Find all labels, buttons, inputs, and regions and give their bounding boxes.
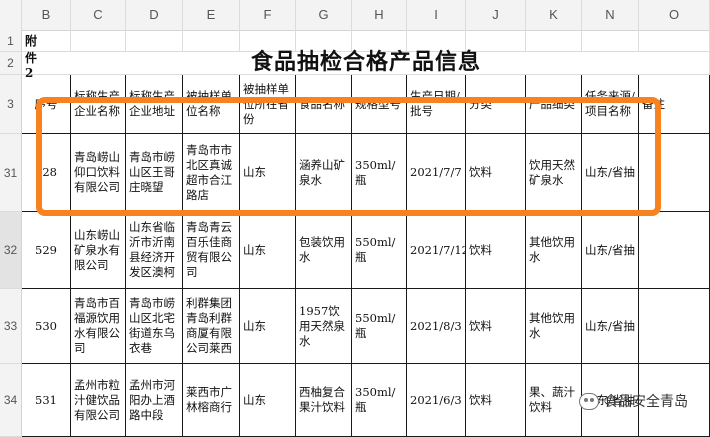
data-cell[interactable]: 饮料: [466, 289, 526, 364]
data-cell[interactable]: 2021/8/3: [407, 289, 466, 364]
column-header-bar: BCDEFGHIJKNO: [0, 0, 710, 31]
data-cell[interactable]: 其他饮用水: [526, 212, 582, 289]
data-cell[interactable]: 青岛市百福源饮用水有限公司: [71, 289, 126, 364]
data-cell[interactable]: 山东: [240, 289, 296, 364]
data-cell[interactable]: 青岛市市北区真诚超市合江路店: [183, 134, 240, 212]
data-cell[interactable]: 350ml/瓶: [352, 364, 407, 437]
row-header-33[interactable]: 33: [0, 289, 22, 364]
data-cell[interactable]: 包装饮用水: [296, 212, 352, 289]
data-cell[interactable]: 涵养山矿泉水: [296, 134, 352, 212]
data-cell[interactable]: 山东崂山矿泉水有限公司: [71, 212, 126, 289]
data-cell[interactable]: 529: [22, 212, 71, 289]
data-cell[interactable]: 山东: [240, 212, 296, 289]
header-cell[interactable]: 食品名称: [296, 75, 352, 134]
row-header-3[interactable]: 3: [0, 75, 22, 134]
wechat-icon: [579, 392, 599, 410]
data-cell[interactable]: 530: [22, 289, 71, 364]
data-cell[interactable]: 550ml/瓶: [352, 212, 407, 289]
data-cell[interactable]: 饮用天然矿泉水: [526, 134, 582, 212]
data-cell[interactable]: 528: [22, 134, 71, 212]
data-cell[interactable]: 山东/省抽: [582, 134, 639, 212]
data-cell[interactable]: 孟州市河阳办上酒路中段: [126, 364, 183, 437]
column-header-o[interactable]: O: [639, 0, 710, 30]
data-cell[interactable]: 青岛市崂山区北宅街道东乌衣巷: [126, 289, 183, 364]
data-cell[interactable]: 饮料: [466, 364, 526, 437]
data-cell[interactable]: 山东/省抽: [582, 212, 639, 289]
row-header-31[interactable]: 31: [0, 134, 22, 212]
data-cell[interactable]: [639, 134, 710, 212]
row-header-34[interactable]: 34: [0, 364, 22, 437]
header-cell[interactable]: 被抽样单位所在省份: [240, 75, 296, 134]
header-cell[interactable]: 序号: [22, 75, 71, 134]
data-cell[interactable]: 青岛青云百乐佳商贸有限公司: [183, 212, 240, 289]
data-cell[interactable]: 山东/省抽: [582, 289, 639, 364]
header-cell[interactable]: 规格型号: [352, 75, 407, 134]
sheet-title: 食品抽检合格产品信息: [250, 49, 481, 75]
header-cell[interactable]: 标称生产企业地址: [126, 75, 183, 134]
column-header-g[interactable]: G: [296, 0, 352, 30]
row-header-1[interactable]: 1: [0, 30, 22, 52]
data-cell[interactable]: 饮料: [466, 134, 526, 212]
data-cell[interactable]: 山东省临沂市沂南县经济开发区澳柯: [126, 212, 183, 289]
data-cell[interactable]: 1957饮用天然泉水: [296, 289, 352, 364]
column-header-k[interactable]: K: [526, 0, 582, 30]
spreadsheet-grid[interactable]: 序号 标称生产企业名称 标称生产企业地址 被抽样单位名称 被抽样单位所在省份 食品名称 规格…: [22, 30, 710, 437]
data-cell[interactable]: 孟州市粒汁健饮品有限公司: [71, 364, 126, 437]
header-cell[interactable]: 标称生产企业名称: [71, 75, 126, 134]
data-cell[interactable]: 饮料: [466, 212, 526, 289]
column-header-b[interactable]: B: [22, 0, 71, 30]
header-cell[interactable]: 产品细类: [526, 75, 582, 134]
data-cell[interactable]: 350ml/瓶: [352, 134, 407, 212]
column-header-n[interactable]: N: [582, 0, 639, 30]
data-cell[interactable]: 550ml/瓶: [352, 289, 407, 364]
data-cell[interactable]: [639, 212, 710, 289]
data-cell[interactable]: 果、蔬汁饮料: [526, 364, 582, 437]
data-cell[interactable]: 2021/6/3: [407, 364, 466, 437]
header-cell[interactable]: 被抽样单位名称: [183, 75, 240, 134]
row-header-32[interactable]: 32: [0, 212, 22, 289]
data-cell[interactable]: 山东: [240, 134, 296, 212]
data-cell[interactable]: 山东: [240, 364, 296, 437]
column-header-d[interactable]: D: [126, 0, 183, 30]
select-all-corner[interactable]: [0, 0, 22, 30]
watermark: 食品安全青岛: [579, 391, 688, 411]
header-cell[interactable]: 任务来源/项目名称: [582, 75, 639, 134]
row-header-2[interactable]: 2: [0, 52, 22, 75]
data-cell[interactable]: 2021/7/7: [407, 134, 466, 212]
data-cell[interactable]: 531: [22, 364, 71, 437]
column-header-j[interactable]: J: [466, 0, 526, 30]
data-cell[interactable]: 青岛市崂山区王哥庄晓望: [126, 134, 183, 212]
data-cell[interactable]: [639, 289, 710, 364]
data-cell[interactable]: 西柚复合果汁饮料: [296, 364, 352, 437]
column-header-c[interactable]: C: [71, 0, 126, 30]
watermark-text: 食品安全青岛: [604, 394, 688, 410]
data-cell[interactable]: 莱西市广林榕商行: [183, 364, 240, 437]
header-cell[interactable]: 生产日期/批号: [407, 75, 466, 134]
column-header-f[interactable]: F: [240, 0, 296, 30]
data-cell[interactable]: 利群集团青岛利群商厦有限公司莱西: [183, 289, 240, 364]
column-header-h[interactable]: H: [352, 0, 407, 30]
data-cell[interactable]: 2021/7/12: [407, 212, 466, 289]
column-header-i[interactable]: I: [407, 0, 466, 30]
column-header-e[interactable]: E: [183, 0, 240, 30]
data-cell[interactable]: 青岛崂山仰口饮料有限公司: [71, 134, 126, 212]
header-cell[interactable]: 分类: [466, 75, 526, 134]
header-cell[interactable]: 备注: [639, 75, 710, 134]
data-cell[interactable]: 其他饮用水: [526, 289, 582, 364]
